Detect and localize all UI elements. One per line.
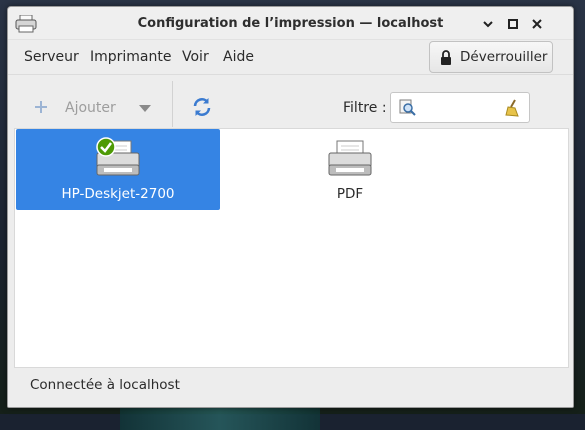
lock-icon bbox=[441, 50, 451, 65]
printer-name: HP-Deskjet-2700 bbox=[61, 186, 175, 202]
printers-list: HP-Deskjet-2700 PDF bbox=[14, 128, 569, 368]
menu-voir[interactable]: Voir bbox=[182, 49, 209, 65]
default-check-icon bbox=[96, 137, 116, 157]
printer-name: PDF bbox=[336, 186, 364, 202]
menu-serveur[interactable]: Serveur bbox=[24, 49, 79, 65]
printer-config-window: Configuration de l’impression — localhos… bbox=[7, 6, 574, 408]
connection-status: Connectée à localhost bbox=[30, 377, 180, 393]
add-icon[interactable] bbox=[34, 100, 48, 114]
printer-icon bbox=[328, 140, 372, 176]
add-button[interactable]: Ajouter bbox=[65, 100, 116, 116]
unlock-label: Déverrouiller bbox=[460, 49, 548, 65]
printer-item-hp-deskjet-2700[interactable]: HP-Deskjet-2700 bbox=[16, 129, 220, 210]
refresh-icon[interactable] bbox=[191, 96, 213, 118]
toolbar: Ajouter Filtre : bbox=[8, 74, 573, 128]
maximize-icon[interactable] bbox=[506, 17, 520, 31]
filter-label: Filtre : bbox=[343, 100, 387, 116]
unlock-button[interactable]: Déverrouiller bbox=[429, 41, 553, 73]
menu-aide[interactable]: Aide bbox=[223, 49, 254, 65]
close-icon[interactable] bbox=[530, 17, 544, 31]
toolbar-separator bbox=[172, 81, 173, 127]
menu-imprimante[interactable]: Imprimante bbox=[90, 49, 172, 65]
printer-item-pdf[interactable]: PDF bbox=[248, 129, 452, 210]
filter-input[interactable] bbox=[390, 92, 530, 123]
clear-broom-icon[interactable] bbox=[503, 98, 523, 118]
chevron-down-icon[interactable] bbox=[139, 105, 151, 112]
statusbar: Connectée à localhost bbox=[8, 368, 573, 407]
titlebar[interactable]: Configuration de l’impression — localhos… bbox=[8, 7, 573, 40]
minimize-icon[interactable] bbox=[481, 17, 495, 31]
menubar: Serveur Imprimante Voir Aide Déverrouill… bbox=[8, 40, 573, 74]
search-icon bbox=[399, 99, 416, 116]
